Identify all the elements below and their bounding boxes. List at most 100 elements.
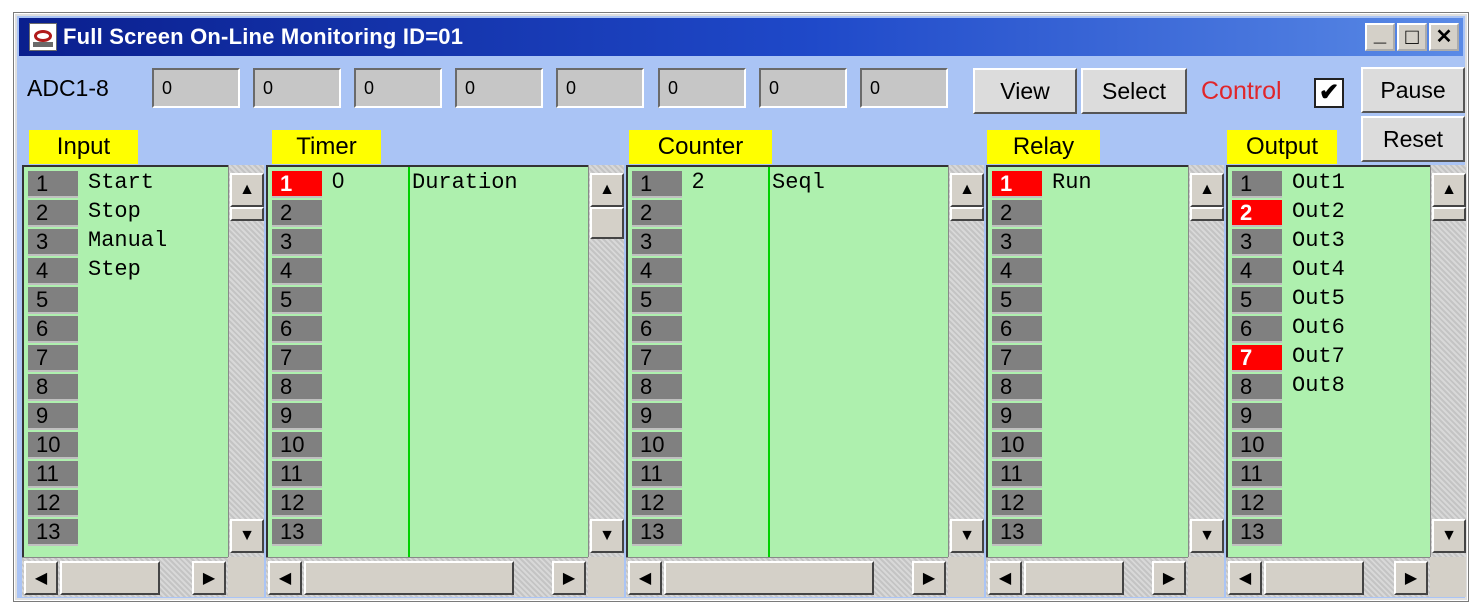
counter-row[interactable]: 6 bbox=[632, 316, 946, 345]
input-horizontal-thumb[interactable] bbox=[60, 561, 160, 595]
timer-row[interactable]: 7 bbox=[272, 345, 586, 374]
relay-row[interactable]: 13 bbox=[992, 519, 1186, 548]
relay-scroll-left-button[interactable]: ◀ bbox=[988, 561, 1022, 595]
output-scroll-down-button[interactable]: ▼ bbox=[1432, 519, 1466, 553]
timer-row[interactable]: 5 bbox=[272, 287, 586, 316]
relay-row[interactable]: 3 bbox=[992, 229, 1186, 258]
relay-row[interactable]: 10 bbox=[992, 432, 1186, 461]
input-row[interactable]: 7 bbox=[28, 345, 226, 374]
timer-row[interactable]: 1 0 Duration bbox=[272, 170, 586, 200]
output-scroll-up-button[interactable]: ▲ bbox=[1432, 173, 1466, 207]
output-row[interactable]: 1 Out1 bbox=[1232, 171, 1428, 200]
timer-row[interactable]: 4 bbox=[272, 258, 586, 287]
output-row[interactable]: 5 Out5 bbox=[1232, 287, 1428, 316]
counter-horizontal-scrollbar[interactable]: ◀ ▶ bbox=[626, 557, 948, 597]
close-button[interactable]: ✕ bbox=[1429, 23, 1459, 51]
relay-row[interactable]: 6 bbox=[992, 316, 1186, 345]
relay-row[interactable]: 8 bbox=[992, 374, 1186, 403]
output-horizontal-thumb[interactable] bbox=[1264, 561, 1364, 595]
output-row[interactable]: 10 bbox=[1232, 432, 1428, 461]
adc-field-6[interactable]: 0 bbox=[658, 68, 746, 108]
timer-row[interactable]: 3 bbox=[272, 229, 586, 258]
timer-row[interactable]: 8 bbox=[272, 374, 586, 403]
timer-row[interactable]: 11 bbox=[272, 461, 586, 490]
input-row[interactable]: 2 Stop bbox=[28, 200, 226, 229]
input-row[interactable]: 8 bbox=[28, 374, 226, 403]
input-scroll-left-button[interactable]: ◀ bbox=[24, 561, 58, 595]
output-row[interactable]: 11 bbox=[1232, 461, 1428, 490]
adc-field-7[interactable]: 0 bbox=[759, 68, 847, 108]
input-vertical-thumb[interactable] bbox=[230, 207, 264, 221]
counter-row[interactable]: 8 bbox=[632, 374, 946, 403]
relay-scroll-down-button[interactable]: ▼ bbox=[1190, 519, 1224, 553]
adc-field-8[interactable]: 0 bbox=[860, 68, 948, 108]
timer-row[interactable]: 13 bbox=[272, 519, 586, 548]
counter-vertical-thumb[interactable] bbox=[950, 207, 984, 221]
relay-scroll-up-button[interactable]: ▲ bbox=[1190, 173, 1224, 207]
input-scroll-down-button[interactable]: ▼ bbox=[230, 519, 264, 553]
select-button[interactable]: Select bbox=[1081, 68, 1187, 114]
adc-field-3[interactable]: 0 bbox=[354, 68, 442, 108]
output-row[interactable]: 2 Out2 bbox=[1232, 200, 1428, 229]
timer-row[interactable]: 2 bbox=[272, 200, 586, 229]
minimize-button[interactable]: _ bbox=[1365, 23, 1395, 51]
counter-row[interactable]: 5 bbox=[632, 287, 946, 316]
reset-button[interactable]: Reset bbox=[1361, 116, 1465, 162]
relay-row[interactable]: 11 bbox=[992, 461, 1186, 490]
relay-row[interactable]: 12 bbox=[992, 490, 1186, 519]
counter-row[interactable]: 12 bbox=[632, 490, 946, 519]
relay-scroll-right-button[interactable]: ▶ bbox=[1152, 561, 1186, 595]
relay-horizontal-scrollbar[interactable]: ◀ ▶ bbox=[986, 557, 1188, 597]
timer-scroll-up-button[interactable]: ▲ bbox=[590, 173, 624, 207]
input-row[interactable]: 3 Manual bbox=[28, 229, 226, 258]
input-horizontal-scrollbar[interactable]: ◀ ▶ bbox=[22, 557, 228, 597]
pause-button[interactable]: Pause bbox=[1361, 67, 1465, 113]
timer-row[interactable]: 6 bbox=[272, 316, 586, 345]
output-row[interactable]: 9 bbox=[1232, 403, 1428, 432]
output-vertical-scrollbar[interactable]: ▲ ▼ bbox=[1430, 165, 1466, 557]
output-row[interactable]: 6 Out6 bbox=[1232, 316, 1428, 345]
counter-row[interactable]: 2 bbox=[632, 200, 946, 229]
input-scroll-right-button[interactable]: ▶ bbox=[192, 561, 226, 595]
counter-row[interactable]: 4 bbox=[632, 258, 946, 287]
counter-row[interactable]: 13 bbox=[632, 519, 946, 548]
input-row[interactable]: 13 bbox=[28, 519, 226, 548]
input-row[interactable]: 10 bbox=[28, 432, 226, 461]
timer-horizontal-thumb[interactable] bbox=[304, 561, 514, 595]
relay-vertical-thumb[interactable] bbox=[1190, 207, 1224, 221]
output-vertical-thumb[interactable] bbox=[1432, 207, 1466, 221]
counter-vertical-scrollbar[interactable]: ▲ ▼ bbox=[948, 165, 984, 557]
counter-row[interactable]: 1 2 Seql bbox=[632, 170, 946, 200]
output-row[interactable]: 3 Out3 bbox=[1232, 229, 1428, 258]
output-scroll-right-button[interactable]: ▶ bbox=[1394, 561, 1428, 595]
adc-field-1[interactable]: 0 bbox=[152, 68, 240, 108]
relay-row[interactable]: 2 bbox=[992, 200, 1186, 229]
relay-row[interactable]: 1 Run bbox=[992, 171, 1186, 200]
relay-vertical-scrollbar[interactable]: ▲ ▼ bbox=[1188, 165, 1224, 557]
input-row[interactable]: 4 Step bbox=[28, 258, 226, 287]
timer-vertical-scrollbar[interactable]: ▲ ▼ bbox=[588, 165, 624, 557]
control-checkbox[interactable]: ✔ bbox=[1314, 78, 1344, 108]
timer-scroll-down-button[interactable]: ▼ bbox=[590, 519, 624, 553]
counter-scroll-right-button[interactable]: ▶ bbox=[912, 561, 946, 595]
output-row[interactable]: 12 bbox=[1232, 490, 1428, 519]
timer-row[interactable]: 9 bbox=[272, 403, 586, 432]
output-row[interactable]: 4 Out4 bbox=[1232, 258, 1428, 287]
counter-row[interactable]: 11 bbox=[632, 461, 946, 490]
timer-scroll-left-button[interactable]: ◀ bbox=[268, 561, 302, 595]
relay-row[interactable]: 5 bbox=[992, 287, 1186, 316]
counter-scroll-down-button[interactable]: ▼ bbox=[950, 519, 984, 553]
title-bar[interactable]: Full Screen On-Line Monitoring ID=01 _ □… bbox=[19, 18, 1463, 56]
output-row[interactable]: 8 Out8 bbox=[1232, 374, 1428, 403]
input-row[interactable]: 5 bbox=[28, 287, 226, 316]
counter-row[interactable]: 3 bbox=[632, 229, 946, 258]
counter-horizontal-thumb[interactable] bbox=[664, 561, 874, 595]
counter-row[interactable]: 7 bbox=[632, 345, 946, 374]
timer-vertical-thumb[interactable] bbox=[590, 207, 624, 239]
input-vertical-scrollbar[interactable]: ▲ ▼ bbox=[228, 165, 264, 557]
adc-field-2[interactable]: 0 bbox=[253, 68, 341, 108]
input-row[interactable]: 12 bbox=[28, 490, 226, 519]
relay-horizontal-thumb[interactable] bbox=[1024, 561, 1124, 595]
timer-horizontal-scrollbar[interactable]: ◀ ▶ bbox=[266, 557, 588, 597]
counter-row[interactable]: 10 bbox=[632, 432, 946, 461]
